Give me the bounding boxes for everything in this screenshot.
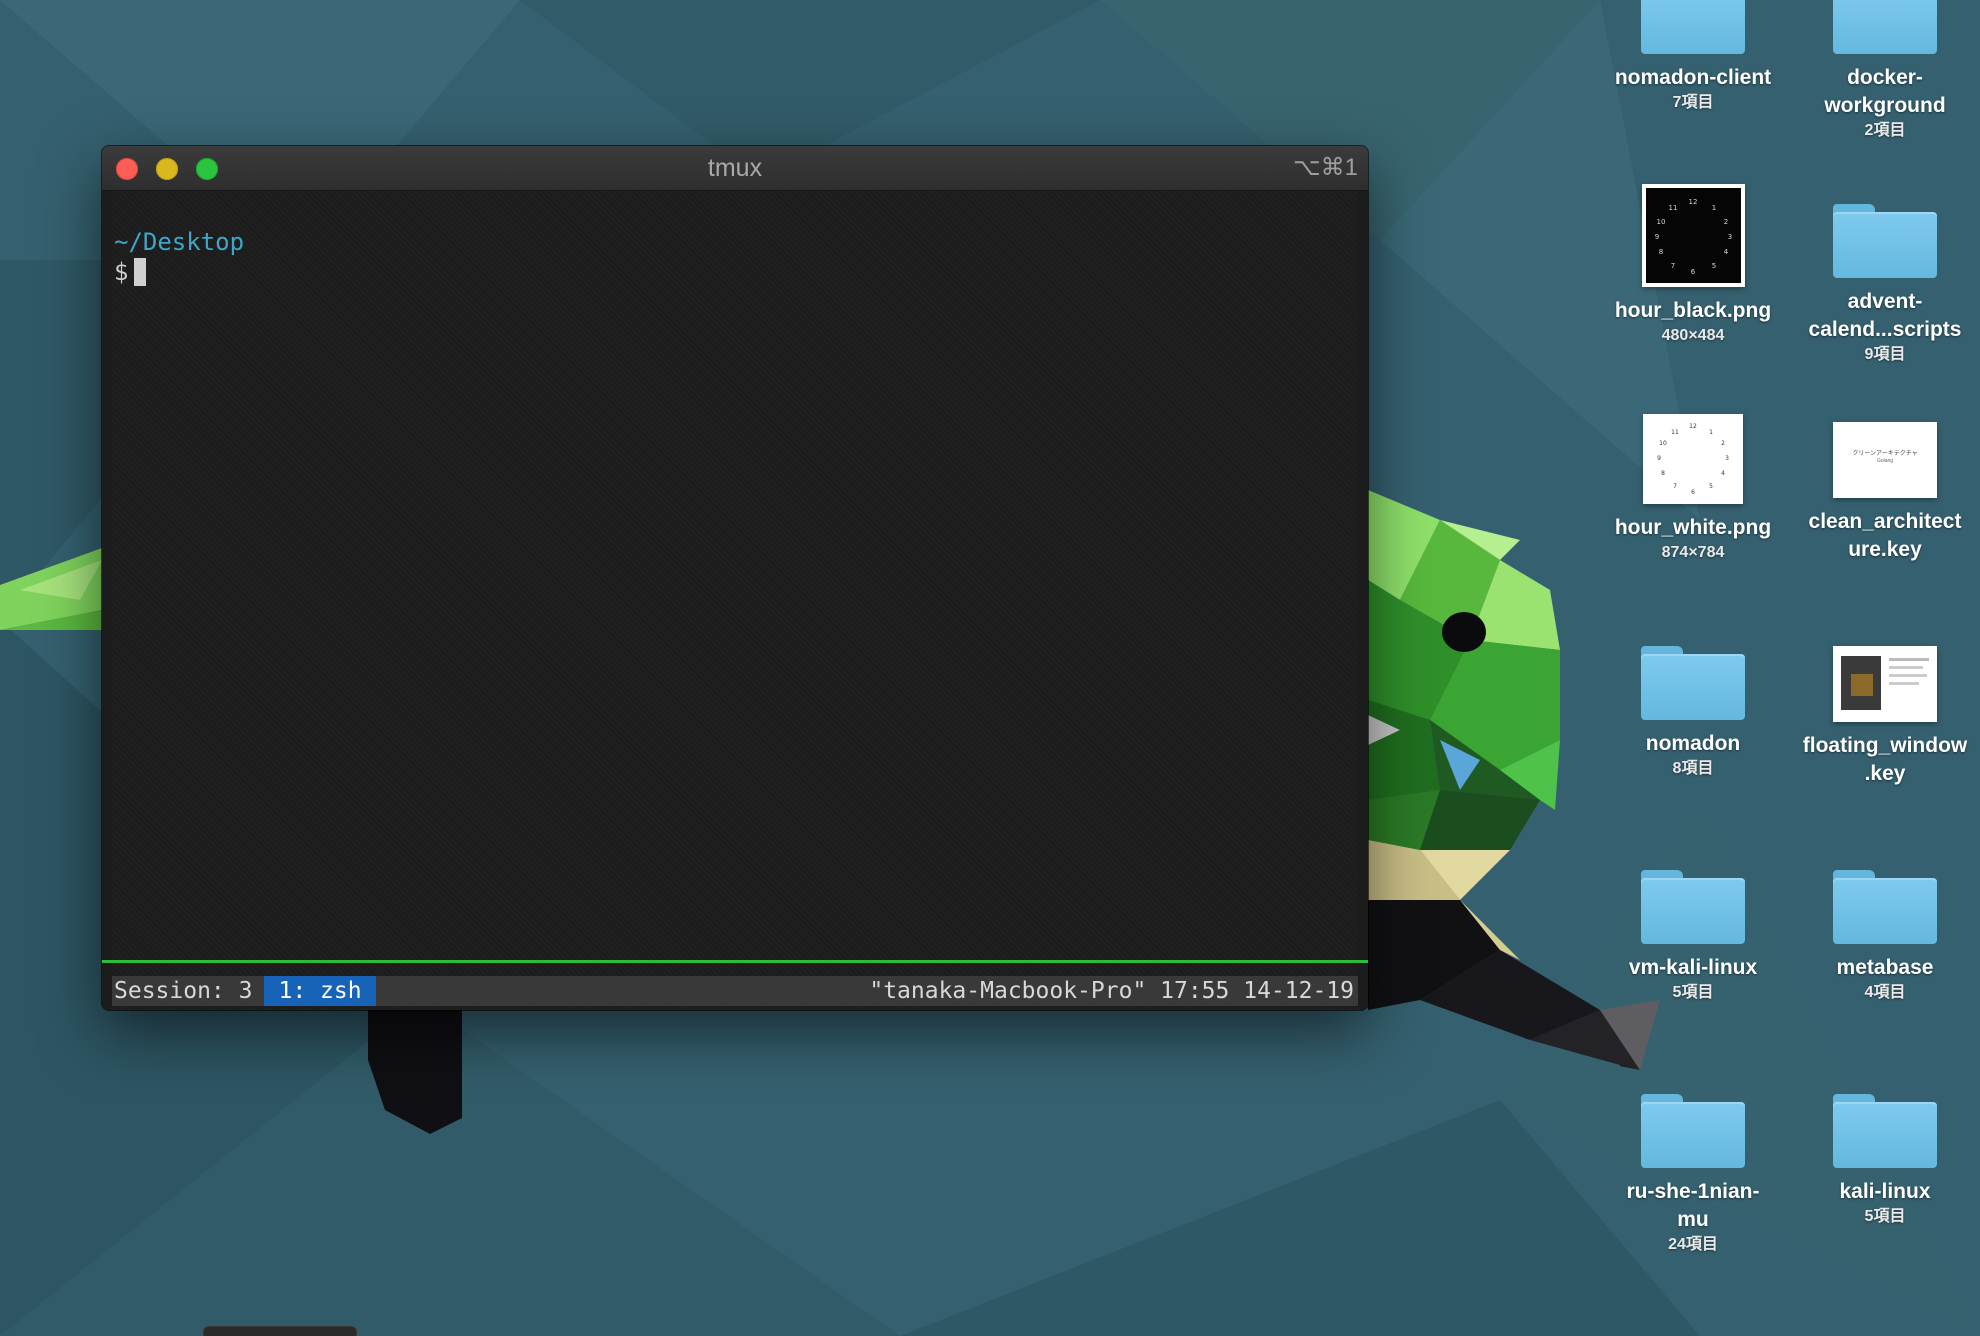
folder-icon — [1641, 646, 1745, 720]
item-name: vm-kali-linux — [1628, 956, 1758, 979]
desktop-item-vm-kali-linux[interactable]: vm-kali-linux 5項目 — [1598, 870, 1788, 1004]
folder-icon — [1833, 204, 1937, 278]
desktop-item-hour-white[interactable]: 12 1 2 345 678 9 10 11 hour_white.png 874×78… — [1598, 414, 1788, 564]
item-info: 874×784 — [1661, 544, 1725, 561]
svg-text:6: 6 — [1690, 268, 1695, 276]
terminal-window[interactable]: tmux ⌥⌘1 ~/Desktop $ Session: 3 1: zsh "t… — [102, 146, 1368, 1010]
svg-text:6: 6 — [1691, 489, 1695, 496]
svg-text:3: 3 — [1725, 455, 1729, 462]
status-host-time: "tanaka-Macbook-Pro" 17:55 14-12-19 — [869, 978, 1354, 1004]
item-info: 480×484 — [1661, 327, 1725, 344]
text-cursor — [134, 258, 147, 286]
item-name: docker-workground — [1824, 66, 1946, 117]
folder-icon — [1641, 870, 1745, 944]
item-name: clean_architect ure.key — [1808, 510, 1962, 561]
keynote-thumbnail-icon: クリーンアーキテクチャ Golang — [1833, 422, 1937, 498]
svg-text:9: 9 — [1654, 233, 1658, 241]
svg-text:10: 10 — [1656, 218, 1665, 226]
window-titlebar[interactable]: tmux ⌥⌘1 — [102, 146, 1368, 191]
svg-text:7: 7 — [1673, 483, 1677, 490]
item-info: 4項目 — [1864, 984, 1906, 1001]
svg-text:11: 11 — [1668, 204, 1677, 212]
item-info: 5項目 — [1864, 1208, 1906, 1225]
svg-text:12: 12 — [1688, 198, 1697, 206]
tmux-status-bar: Session: 3 1: zsh "tanaka-Macbook-Pro" 17… — [112, 976, 1358, 1006]
prompt-symbol: $ — [114, 258, 129, 286]
item-name: advent-calend...scripts — [1808, 290, 1962, 341]
thumb-subtitle: Golang — [1876, 458, 1894, 464]
current-directory: ~/Desktop — [114, 228, 245, 256]
terminal-content[interactable]: ~/Desktop $ — [112, 190, 1358, 1010]
desktop-item-clean-architecture[interactable]: クリーンアーキテクチャ Golang clean_architect ure.ke… — [1790, 422, 1980, 564]
svg-text:9: 9 — [1657, 455, 1661, 462]
folder-icon — [1833, 0, 1937, 54]
folder-icon — [1833, 1094, 1937, 1168]
svg-text:1: 1 — [1711, 204, 1715, 212]
svg-text:4: 4 — [1723, 248, 1728, 256]
image-thumbnail-icon: 12 1 2 345 678 9 10 11 — [1643, 414, 1743, 504]
desktop-item-ru-she-1nian-mu[interactable]: ru-she-1nian-mu 24項目 — [1598, 1094, 1788, 1256]
svg-text:11: 11 — [1671, 429, 1679, 436]
desktop-item-nomadon-client[interactable]: nomadon-client 7項目 — [1598, 0, 1788, 114]
folder-icon — [1641, 0, 1745, 54]
item-name: floating_window .key — [1802, 734, 1968, 785]
window-title: tmux — [707, 154, 763, 182]
item-name: ru-she-1nian-mu — [1626, 1180, 1760, 1231]
item-info: 8項目 — [1672, 760, 1714, 777]
desktop-item-hour-black[interactable]: 12 1 2 3 45 6 78 9 10 11 hour_black.png 480×48… — [1598, 184, 1788, 347]
item-info: 9項目 — [1864, 346, 1906, 363]
pane-divider — [102, 960, 1368, 963]
svg-text:4: 4 — [1721, 470, 1725, 477]
keynote-thumbnail-icon — [1833, 646, 1937, 722]
svg-text:3: 3 — [1727, 233, 1731, 241]
svg-text:12: 12 — [1689, 423, 1697, 430]
item-info: 7項目 — [1672, 94, 1714, 111]
svg-text:7: 7 — [1670, 262, 1674, 270]
desktop-item-kali-linux[interactable]: kali-linux 5項目 — [1790, 1094, 1980, 1228]
svg-text:5: 5 — [1711, 262, 1715, 270]
item-info: 5項目 — [1672, 984, 1714, 1001]
item-info: 24項目 — [1668, 1236, 1718, 1253]
desktop-item-advent-calendar[interactable]: advent-calend...scripts 9項目 — [1790, 204, 1980, 366]
item-name: hour_white.png — [1614, 516, 1772, 539]
folder-icon — [1833, 870, 1937, 944]
window-shortcut: ⌥⌘1 — [1292, 154, 1358, 181]
item-info: 2項目 — [1864, 122, 1906, 139]
svg-text:1: 1 — [1709, 429, 1713, 436]
svg-text:2: 2 — [1721, 440, 1725, 447]
svg-text:2: 2 — [1723, 218, 1727, 226]
status-session: Session: 3 — [114, 978, 253, 1004]
item-name: kali-linux — [1839, 1180, 1931, 1203]
status-window-tab[interactable]: 1: zsh — [264, 976, 376, 1006]
item-name: hour_black.png — [1614, 299, 1772, 322]
folder-icon — [1641, 1094, 1745, 1168]
svg-text:8: 8 — [1658, 248, 1662, 256]
svg-text:5: 5 — [1709, 483, 1713, 490]
desktop-item-docker-workground[interactable]: docker-workground 2項目 — [1790, 0, 1980, 142]
svg-text:8: 8 — [1661, 470, 1665, 477]
desktop-item-floating-window[interactable]: floating_window .key — [1790, 646, 1980, 788]
thumb-title: クリーンアーキテクチャ — [1852, 451, 1918, 457]
item-name: nomadon — [1645, 732, 1741, 755]
item-name: metabase — [1836, 956, 1934, 979]
desktop-item-nomadon[interactable]: nomadon 8項目 — [1598, 646, 1788, 780]
item-name: nomadon-client — [1614, 66, 1772, 89]
svg-text:10: 10 — [1659, 440, 1667, 447]
prompt-line[interactable]: $ — [114, 258, 147, 286]
image-thumbnail-icon: 12 1 2 3 45 6 78 9 10 11 — [1641, 184, 1745, 287]
desktop-item-metabase[interactable]: metabase 4項目 — [1790, 870, 1980, 1004]
